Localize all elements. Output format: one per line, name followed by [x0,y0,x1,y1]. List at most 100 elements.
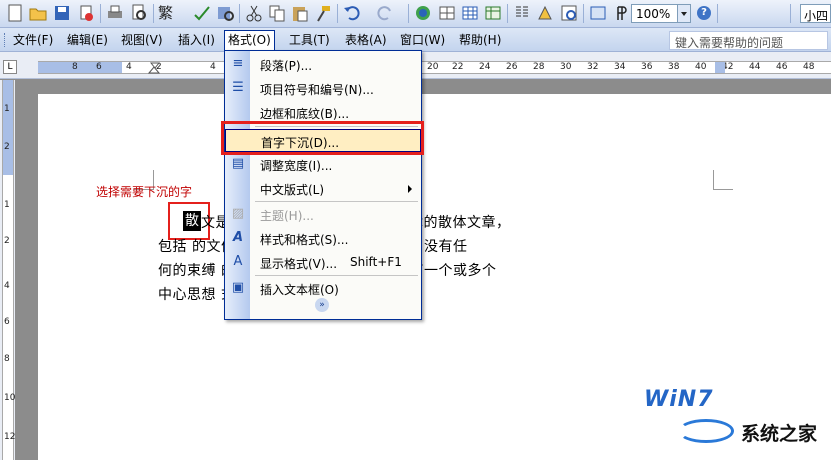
document-page[interactable]: 选择需要下沉的字 散 文是 一种文学体裁，指不讲究韵律的散体文章， 包括 的文体… [38,94,831,460]
menu-separator [255,275,418,276]
help-question-input[interactable]: 键入需要帮助的问题 [669,31,828,50]
tab-selector[interactable]: L [3,60,17,74]
top-margin-zone [3,80,13,175]
ruler-number: 22 [452,62,464,72]
annotation-text: 选择需要下沉的字 [96,185,193,199]
bullets-icon: ☰ [232,80,244,95]
help-icon[interactable]: ? [697,6,711,20]
menu-item-shortcut: Shift+F1 [350,255,402,269]
theme-icon: ▨ [231,206,245,221]
watermark-swoosh-icon [678,419,734,443]
redo-icon[interactable] [376,4,394,22]
menu-item-theme: ▨ 主题(H)... [225,203,421,226]
ruler-number: 4 [210,62,216,72]
ruler-number: 44 [749,62,761,72]
watermark-site-name: 系统之家 [741,423,818,445]
menu-item-label: 项目符号和编号(N)... [260,83,374,97]
menu-item-label: 段落(P)... [260,59,313,73]
toolbar-separator [507,4,508,23]
paste-icon[interactable] [291,4,309,22]
vruler-number: 10 [4,393,16,403]
menu-item-fit-width[interactable]: ▤ 调整宽度(I)... [225,153,421,176]
ruler-number: 4 [126,62,132,72]
save-icon[interactable] [53,4,71,22]
traditional-chinese-icon[interactable]: 繁 [158,3,173,23]
new-document-icon[interactable] [6,4,24,22]
menubar-grip[interactable] [4,33,7,47]
vruler-number: 2 [4,142,10,152]
menu-view[interactable]: 视图(V) [121,32,163,49]
margin-corner-mark [713,170,733,190]
columns-icon[interactable] [513,4,531,22]
ruler-number: 34 [614,62,626,72]
research-icon[interactable] [216,4,234,22]
drawing-icon[interactable] [536,4,554,22]
selected-drop-char[interactable]: 散 [183,211,201,231]
menu-tools[interactable]: 工具(T) [289,32,330,49]
expand-menu-chevron-icon[interactable]: » [315,298,329,312]
permission-icon[interactable] [77,4,95,22]
toolbar-separator [153,4,154,23]
toolbar-separator [239,4,240,23]
format-painter-icon[interactable] [314,4,332,22]
menu-insert[interactable]: 插入(I) [178,32,215,49]
menu-item-label: 样式和格式(S)... [260,233,349,247]
menu-item-reveal-format[interactable]: A 显示格式(V)... Shift+F1 [225,251,421,274]
font-size-combo[interactable]: 小四 [800,4,831,23]
insert-excel-icon[interactable] [484,4,502,22]
open-folder-icon[interactable] [29,4,47,22]
insert-table-icon[interactable] [461,4,479,22]
read-mode-icon[interactable] [589,4,607,22]
menu-window[interactable]: 窗口(W) [400,32,445,49]
ruler-number: 40 [695,62,707,72]
menu-item-paragraph[interactable]: ≡ 段落(P)... [225,53,421,76]
menu-format[interactable]: 格式(O) [224,30,275,51]
left-margin-zone [38,62,122,73]
menu-item-label: 中文版式(L) [260,183,325,197]
toolbar-separator [100,4,101,23]
show-hide-marks-icon[interactable] [610,4,628,22]
ruler-number: 32 [587,62,599,72]
toolbar-separator [337,4,338,23]
vruler-number: 4 [4,281,10,291]
document-map-icon[interactable] [560,4,578,22]
copy-icon[interactable] [268,4,286,22]
hanging-indent-icon[interactable] [148,66,160,74]
menu-item-insert-textbox[interactable]: ▣ 插入文本框(O) [225,277,421,300]
menu-help[interactable]: 帮助(H) [459,32,501,49]
vruler-number: 8 [4,354,10,364]
undo-icon[interactable] [343,4,361,22]
font-size-value: 小四 [804,9,829,23]
chevron-down-icon[interactable] [677,5,690,22]
menu-table[interactable]: 表格(A) [345,32,387,49]
menu-item-label: 插入文本框(O) [260,283,339,297]
vruler-number: 1 [4,104,10,114]
menu-item-styles[interactable]: A 样式和格式(S)... [225,227,421,250]
menu-file[interactable]: 文件(F) [13,32,53,49]
horizontal-ruler[interactable]: 8 6 4 2 4 20 22 24 26 28 30 32 34 36 38 … [38,61,831,74]
ruler-number: 36 [641,62,653,72]
print-icon[interactable] [106,4,124,22]
watermark-logo: WiN7 [644,387,714,412]
paragraph-icon: ≡ [232,56,244,71]
menu-item-chinese-layout[interactable]: 中文版式(L) [225,177,421,200]
hyperlink-icon[interactable] [414,4,432,22]
ruler-number: 28 [533,62,545,72]
right-margin-marker[interactable] [715,62,725,73]
ruler-number: 46 [776,62,788,72]
textbox-icon: ▣ [231,280,245,295]
menu-item-label: 主题(H)... [260,209,314,223]
vertical-ruler[interactable]: 1 2 1 2 4 6 8 10 12 [2,80,16,460]
spelling-icon[interactable] [193,4,211,22]
tables-borders-icon[interactable] [438,4,456,22]
vruler-number: 12 [4,432,16,442]
menu-item-bullets[interactable]: ☰ 项目符号和编号(N)... [225,77,421,100]
ruler-number: 26 [506,62,518,72]
highlight-box [221,121,424,155]
menu-edit[interactable]: 编辑(E) [67,32,108,49]
menu-item-label: 边框和底纹(B)... [260,107,350,121]
print-preview-icon[interactable] [130,4,148,22]
zoom-combo[interactable]: 100% [631,4,691,23]
vruler-number: 2 [4,236,10,246]
cut-icon[interactable] [245,4,263,22]
